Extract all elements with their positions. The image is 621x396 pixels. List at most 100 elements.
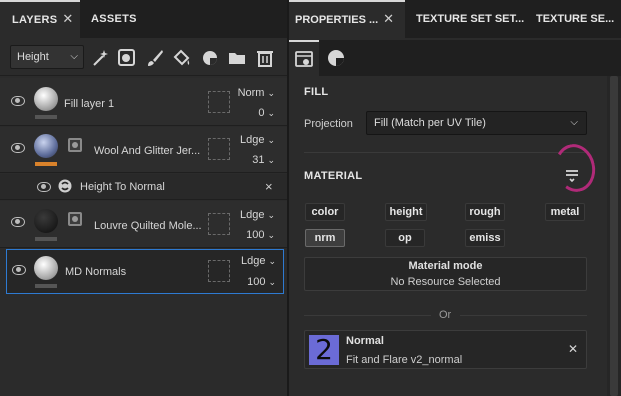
blend-mode-value: Ldge: [240, 255, 266, 267]
chevron-down-icon: ⌄: [267, 135, 275, 145]
blend-mode-value: Norm: [237, 87, 265, 99]
channel-select[interactable]: Height ⌵: [10, 45, 84, 69]
channel-chip-rough[interactable]: rough: [465, 203, 505, 221]
eye-icon[interactable]: [11, 96, 25, 106]
fill-bucket-icon[interactable]: [172, 48, 192, 68]
layer-row[interactable]: Louvre Quilted Mole... Ldge ⌄ 100 ⌄: [0, 201, 287, 248]
add-mask-icon[interactable]: [117, 48, 137, 68]
layer-row[interactable]: Fill layer 1 Norm ⌄ 0 ⌄: [0, 78, 287, 126]
eye-icon[interactable]: [11, 217, 25, 227]
chevron-down-icon: ⌄: [267, 88, 275, 98]
tab-fill-properties[interactable]: [289, 40, 319, 76]
opacity-value: 0: [258, 107, 265, 119]
tab-texture-set-settings[interactable]: TEXTURE SET SET...: [416, 0, 524, 38]
chevron-down-icon: ⌵: [570, 117, 578, 128]
chevron-down-icon: ⌄: [268, 256, 276, 266]
layer-thumbnail: [34, 209, 58, 233]
material-section-title: MATERIAL: [304, 170, 363, 182]
effect-row[interactable]: Height To Normal ×: [0, 174, 287, 200]
paint-brush-icon[interactable]: [145, 48, 165, 68]
chevron-down-icon: ⌄: [267, 155, 275, 165]
layer-thumbnail: [34, 134, 58, 158]
chevron-down-icon: ⌄: [268, 277, 276, 287]
filter-icon: [58, 179, 72, 193]
channel-chip-height[interactable]: height: [385, 203, 427, 221]
properties-panel: PROPERTIES ... ✕ TEXTURE SET SET... TEXTU…: [289, 0, 621, 396]
tab-texture-set-list[interactable]: TEXTURE SE...: [536, 0, 621, 38]
channel-chip-nrm[interactable]: nrm: [305, 229, 345, 247]
divider: [304, 152, 587, 153]
mask-icon[interactable]: [68, 212, 82, 226]
eye-icon[interactable]: [12, 265, 26, 275]
fill-section-title: FILL: [304, 86, 329, 98]
layer-row[interactable]: Wool And Glitter Jer... Ldge ⌄ 31 ⌄: [0, 127, 287, 173]
layer-placeholder: [208, 138, 230, 160]
tab-assets[interactable]: ASSETS: [91, 0, 137, 38]
effect-name[interactable]: Height To Normal: [80, 181, 165, 193]
resource-item[interactable]: 2 Normal Fit and Flare v2_normal ✕: [304, 330, 587, 369]
close-icon[interactable]: ×: [265, 179, 273, 194]
smart-material-icon[interactable]: [200, 48, 220, 68]
material-sphere-icon: [328, 50, 344, 66]
layer-placeholder: [208, 213, 230, 235]
resource-subtitle: Fit and Flare v2_normal: [346, 354, 463, 366]
annotation-circle: [550, 140, 600, 196]
blend-mode-select[interactable]: Ldge ⌄: [240, 209, 275, 221]
tab-layers-label: LAYERS: [12, 14, 58, 26]
chevron-down-icon: ⌄: [267, 210, 275, 220]
layer-thumbnail-bar: [35, 284, 57, 288]
tab-layers[interactable]: LAYERS ✕: [0, 0, 80, 38]
opacity-value: 100: [246, 229, 265, 241]
close-icon[interactable]: ✕: [568, 342, 578, 356]
opacity-field[interactable]: 31 ⌄: [252, 154, 275, 166]
material-mode-box[interactable]: Material mode No Resource Selected: [304, 257, 587, 291]
eye-icon[interactable]: [37, 182, 51, 192]
blend-mode-select[interactable]: Ldge ⌄: [241, 255, 276, 267]
layer-name[interactable]: Louvre Quilted Mole...: [94, 220, 202, 232]
layers-tabbar: LAYERS ✕ ASSETS: [0, 0, 287, 38]
tab-properties[interactable]: PROPERTIES ... ✕: [289, 0, 405, 38]
layer-name[interactable]: Wool And Glitter Jer...: [94, 145, 200, 157]
layer-name[interactable]: Fill layer 1: [64, 98, 114, 110]
tab-material-properties[interactable]: [321, 40, 351, 76]
projection-label: Projection: [304, 118, 353, 130]
properties-subtabs: [289, 40, 621, 76]
blend-mode-select[interactable]: Norm ⌄: [238, 87, 275, 99]
tab-texture-set-settings-label: TEXTURE SET SET...: [416, 13, 525, 25]
blend-mode-select[interactable]: Ldge ⌄: [240, 134, 275, 146]
layer-thumbnail: [34, 256, 58, 280]
layer-row-selected[interactable]: MD Normals Ldge ⌄ 100 ⌄: [6, 249, 284, 294]
divider-right: [460, 315, 587, 316]
channel-chip-op[interactable]: op: [385, 229, 425, 247]
opacity-value: 31: [252, 154, 265, 166]
chevron-down-icon: ⌵: [70, 51, 78, 62]
opacity-field[interactable]: 100 ⌄: [246, 229, 275, 241]
channel-chip-metal[interactable]: metal: [545, 203, 585, 221]
opacity-field[interactable]: 100 ⌄: [247, 276, 276, 288]
resource-thumbnail: 2: [309, 335, 339, 365]
trash-icon[interactable]: [255, 48, 275, 68]
material-mode-title: Material mode: [408, 260, 483, 272]
channel-chip-color[interactable]: color: [305, 203, 345, 221]
eye-icon[interactable]: [11, 143, 25, 153]
scrollbar[interactable]: [607, 76, 621, 396]
projection-value: Fill (Match per UV Tile): [374, 117, 486, 129]
fill-properties-icon: [295, 51, 313, 67]
chevron-down-icon: ⌄: [267, 108, 275, 118]
close-icon[interactable]: ✕: [383, 11, 394, 26]
layers-panel: LAYERS ✕ ASSETS Height ⌵ Fill layer 1 No…: [0, 0, 289, 396]
mask-icon[interactable]: [68, 138, 82, 152]
folder-icon[interactable]: [227, 48, 247, 68]
resource-title: Normal: [346, 335, 384, 347]
blend-mode-value: Ldge: [239, 134, 265, 146]
close-icon[interactable]: ✕: [62, 11, 73, 26]
projection-dropdown[interactable]: Fill (Match per UV Tile) ⌵: [366, 111, 587, 135]
channel-chip-emiss[interactable]: emiss: [465, 229, 505, 247]
layers-toolbar: Height ⌵: [0, 40, 287, 76]
layer-placeholder: [208, 260, 230, 282]
opacity-field[interactable]: 0 ⌄: [258, 107, 275, 119]
magic-wand-icon[interactable]: [90, 48, 110, 68]
layer-name[interactable]: MD Normals: [65, 266, 126, 278]
tab-properties-label: PROPERTIES ...: [295, 14, 379, 26]
scrollbar-thumb[interactable]: [610, 76, 618, 396]
